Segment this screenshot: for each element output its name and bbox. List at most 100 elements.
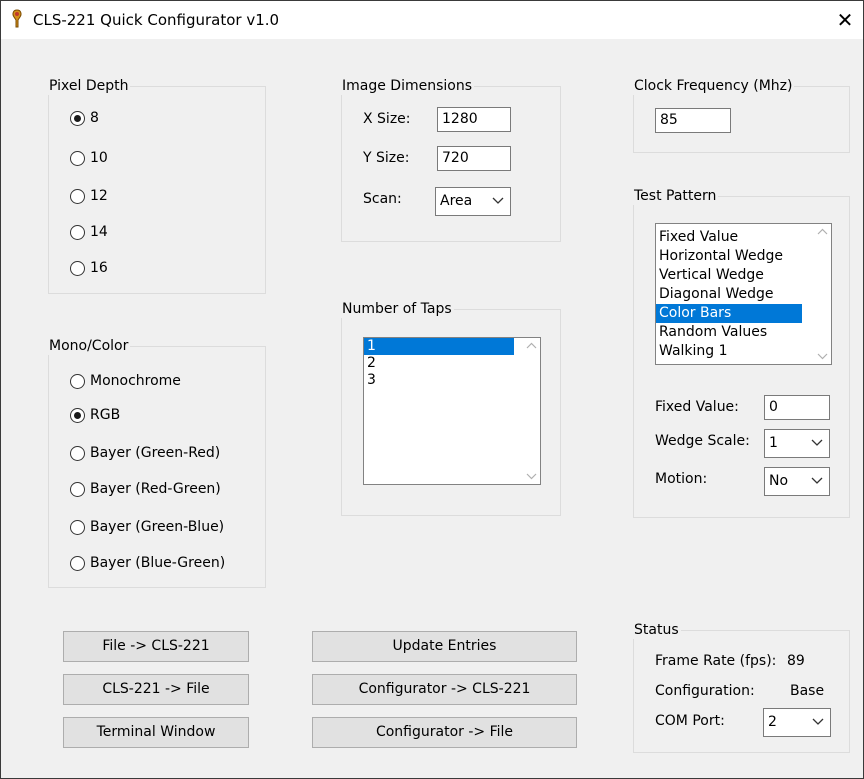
radio-label: 16 xyxy=(90,260,108,276)
chevron-down-icon xyxy=(492,197,504,204)
radio-pixel-depth-10[interactable]: 10 xyxy=(70,148,108,168)
y-size-label: Y Size: xyxy=(363,150,410,166)
image-dimensions-group: Image Dimensions X Size: 1280 Y Size: 72… xyxy=(340,77,561,242)
frame-rate-value: 89 xyxy=(787,653,805,669)
radio-button[interactable] xyxy=(70,481,85,497)
radio-pixel-depth-8[interactable]: 8 xyxy=(70,108,99,128)
window-title: CLS-221 Quick Configurator v1.0 xyxy=(33,11,280,29)
radio-bayer-green-blue[interactable]: Bayer (Green-Blue) xyxy=(70,517,224,537)
radio-button[interactable] xyxy=(70,224,85,240)
x-size-label: X Size: xyxy=(363,111,411,127)
terminal-window-button[interactable]: Terminal Window xyxy=(63,717,249,748)
configuration-label: Configuration: xyxy=(655,683,755,699)
radio-label: Monochrome xyxy=(90,373,181,389)
configuration-value: Base xyxy=(790,683,825,699)
test-pattern-item[interactable]: Diagonal Wedge xyxy=(656,285,831,304)
radio-button-checked[interactable] xyxy=(70,407,85,423)
title-bar: CLS-221 Quick Configurator v1.0 ✕ xyxy=(1,1,863,39)
radio-pixel-depth-12[interactable]: 12 xyxy=(70,186,108,206)
chevron-up-icon[interactable] xyxy=(817,228,828,235)
radio-label: 12 xyxy=(90,188,108,204)
image-dimensions-title: Image Dimensions xyxy=(340,77,475,95)
chevron-down-icon xyxy=(811,477,823,484)
configurator-to-cls-button[interactable]: Configurator -> CLS-221 xyxy=(312,674,577,705)
radio-button[interactable] xyxy=(70,150,85,166)
app-icon xyxy=(12,9,22,28)
fixed-value-input[interactable]: 0 xyxy=(764,395,830,420)
radio-button-checked[interactable] xyxy=(70,110,85,126)
radio-button[interactable] xyxy=(70,519,85,535)
file-to-cls-button[interactable]: File -> CLS-221 xyxy=(63,631,249,662)
clock-frequency-input[interactable]: 85 xyxy=(655,108,731,133)
mono-color-title: Mono/Color xyxy=(47,337,131,355)
radio-bayer-red-green[interactable]: Bayer (Red-Green) xyxy=(70,479,221,499)
test-pattern-item[interactable]: Vertical Wedge xyxy=(656,266,831,285)
chevron-down-icon xyxy=(811,439,823,446)
radio-rgb[interactable]: RGB xyxy=(70,405,120,425)
chevron-down-icon[interactable] xyxy=(526,473,537,480)
radio-pixel-depth-14[interactable]: 14 xyxy=(70,222,108,242)
chevron-down-icon[interactable] xyxy=(817,353,828,360)
radio-label: Bayer (Green-Red) xyxy=(90,445,221,461)
close-button[interactable]: ✕ xyxy=(831,6,859,34)
com-port-value: 2 xyxy=(768,714,777,730)
radio-button[interactable] xyxy=(70,445,85,461)
pixel-depth-group: Pixel Depth 8 10 12 14 16 xyxy=(47,77,266,294)
scan-dropdown[interactable]: Area xyxy=(435,187,511,216)
clock-frequency-title: Clock Frequency (Mhz) xyxy=(632,77,795,95)
number-of-taps-group: Number of Taps 1 2 3 xyxy=(340,300,561,516)
y-size-input[interactable]: 720 xyxy=(437,146,511,171)
taps-scrollbar[interactable] xyxy=(523,338,540,484)
clock-frequency-group: Clock Frequency (Mhz) 85 xyxy=(632,77,850,153)
motion-label: Motion: xyxy=(655,471,708,487)
test-pattern-item[interactable]: Walking 1 xyxy=(656,342,831,361)
update-entries-button[interactable]: Update Entries xyxy=(312,631,577,662)
taps-item-1[interactable]: 1 xyxy=(364,338,514,355)
main-window: CLS-221 Quick Configurator v1.0 ✕ Pixel … xyxy=(0,0,864,779)
chevron-down-icon xyxy=(812,718,824,725)
scan-value: Area xyxy=(440,193,473,209)
test-pattern-scrollbar[interactable] xyxy=(814,224,831,364)
taps-item-2[interactable]: 2 xyxy=(364,355,540,372)
frame-rate-label: Frame Rate (fps): xyxy=(655,653,777,669)
test-pattern-item[interactable]: Random Values xyxy=(656,323,831,342)
status-title: Status xyxy=(632,621,681,639)
radio-button[interactable] xyxy=(70,555,85,571)
test-pattern-title: Test Pattern xyxy=(632,187,719,205)
cls-to-file-button[interactable]: CLS-221 -> File xyxy=(63,674,249,705)
test-pattern-group: Test Pattern Fixed Value Horizontal Wedg… xyxy=(632,187,850,518)
radio-pixel-depth-16[interactable]: 16 xyxy=(70,258,108,278)
test-pattern-item[interactable]: Horizontal Wedge xyxy=(656,247,831,266)
radio-label: 10 xyxy=(90,150,108,166)
radio-label: Bayer (Green-Blue) xyxy=(90,519,225,535)
radio-bayer-blue-green[interactable]: Bayer (Blue-Green) xyxy=(70,553,225,573)
chevron-up-icon[interactable] xyxy=(526,342,537,349)
radio-label: Bayer (Red-Green) xyxy=(90,481,221,497)
mono-color-group: Mono/Color Monochrome RGB Bayer (Green-R… xyxy=(47,337,266,588)
wedge-scale-dropdown[interactable]: 1 xyxy=(764,429,830,458)
radio-label: 8 xyxy=(90,110,99,126)
motion-dropdown[interactable]: No xyxy=(764,467,830,496)
configurator-to-file-button[interactable]: Configurator -> File xyxy=(312,717,577,748)
wedge-scale-label: Wedge Scale: xyxy=(655,433,750,449)
radio-monochrome[interactable]: Monochrome xyxy=(70,371,181,391)
fixed-value-label: Fixed Value: xyxy=(655,399,739,415)
test-pattern-listbox[interactable]: Fixed Value Horizontal Wedge Vertical We… xyxy=(655,223,832,365)
radio-label: 14 xyxy=(90,224,108,240)
radio-button[interactable] xyxy=(70,260,85,276)
test-pattern-item[interactable]: Fixed Value xyxy=(656,228,831,247)
radio-bayer-green-red[interactable]: Bayer (Green-Red) xyxy=(70,443,220,463)
taps-item-3[interactable]: 3 xyxy=(364,372,540,389)
test-pattern-item-selected[interactable]: Color Bars xyxy=(656,304,802,323)
x-size-input[interactable]: 1280 xyxy=(437,107,511,132)
radio-button[interactable] xyxy=(70,373,85,389)
motion-value: No xyxy=(769,473,789,489)
radio-button[interactable] xyxy=(70,188,85,204)
taps-listbox[interactable]: 1 2 3 xyxy=(363,337,541,485)
scan-label: Scan: xyxy=(363,191,402,207)
radio-label: Bayer (Blue-Green) xyxy=(90,555,226,571)
radio-label: RGB xyxy=(90,407,121,423)
com-port-label: COM Port: xyxy=(655,713,725,729)
status-group: Status Frame Rate (fps): 89 Configuratio… xyxy=(632,621,850,753)
com-port-dropdown[interactable]: 2 xyxy=(763,708,831,737)
